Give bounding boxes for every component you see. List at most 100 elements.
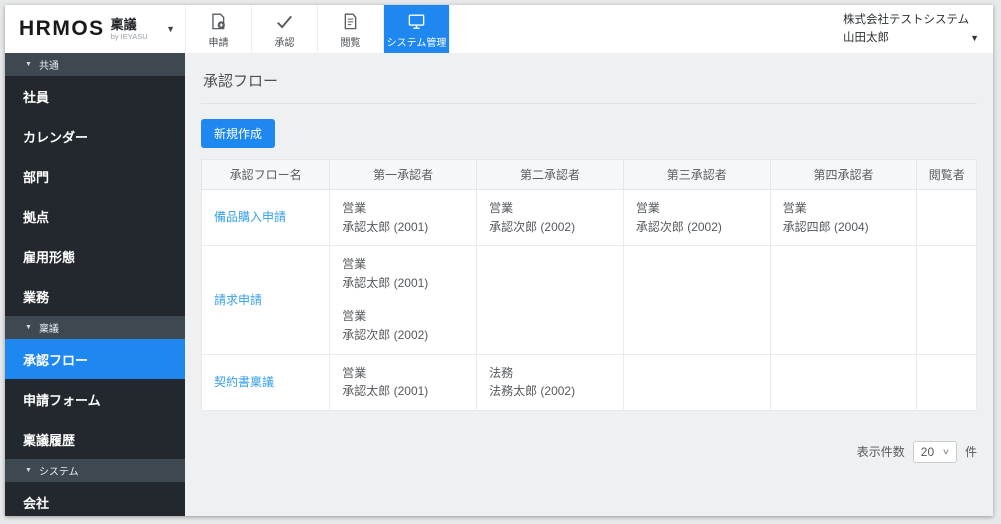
hrmos-app-window: HRMOS 稟議 by IEYASU ▼ 申請 承認 閲覧 システム管理 株式会社テス…: [5, 5, 993, 516]
brand-logo: HRMOS: [19, 17, 105, 40]
main-nav: 申請 承認 閲覧 システム管理: [185, 5, 450, 53]
sidebar-item[interactable]: 社員: [5, 76, 185, 116]
sidebar-item[interactable]: 稟議履歴: [5, 419, 185, 459]
company-name: 株式会社テストシステム: [843, 14, 970, 26]
sidebar-item[interactable]: 申請フォーム: [5, 379, 185, 419]
sidebar-section-header-3[interactable]: ▼ システム: [5, 459, 185, 482]
main-content: 承認フロー 新規作成 承認フロー名 第一承認者 第二承認者 第三承認者 第四承認者 閲覧者…: [185, 53, 993, 516]
sidebar: ▼ 共通 社員 カレンダー 部門 拠点 雇用形態 業務 ▼ 稟議 承認フロー 申請フォーム 稟議履歴 ▼ シ…: [5, 53, 185, 516]
nav-item-3[interactable]: 閲覧: [318, 5, 384, 53]
column-header: 承認フロー名: [200, 159, 331, 190]
sidebar-item[interactable]: 拠点: [5, 196, 185, 236]
nav-item-label: 申請: [208, 37, 229, 49]
column-header: 第二承認者: [476, 159, 624, 190]
pagination: 表示件数 20 ∨ 件: [201, 440, 977, 463]
triangle-down-icon: ▼: [25, 467, 32, 474]
page-size-label: 表示件数: [856, 445, 905, 460]
user-name: 山田太郎: [843, 31, 889, 44]
approver-entry: 営業承認四郎 (2004): [783, 199, 905, 236]
sidebar-item[interactable]: 会社: [5, 482, 185, 516]
sidebar-section-header-1[interactable]: ▼ 共通: [5, 53, 185, 76]
flow-name-link[interactable]: 契約書稟議: [214, 375, 274, 389]
approver-cell: 営業承認太郎 (2001): [329, 353, 478, 411]
page-size-value: 20: [920, 444, 935, 459]
approver-person: 承認四郎 (2004): [782, 219, 869, 234]
approver-entry: 法務法務太郎 (2002): [489, 364, 611, 401]
sidebar-item[interactable]: カレンダー: [5, 116, 185, 156]
page-size-suffix: 件: [964, 445, 977, 460]
table-row: 契約書稟議 営業承認太郎 (2001) 法務法務太郎 (2002): [200, 353, 977, 411]
approver-entry: 営業 承認太郎 (2001): [342, 255, 464, 292]
approver-person: 承認太郎 (2001): [342, 384, 429, 399]
column-header: 第三承認者: [622, 159, 771, 190]
page-size-select[interactable]: 20 ∨: [912, 440, 957, 463]
approver-cell: [916, 188, 977, 247]
approver-cell: [916, 245, 977, 355]
user-menu-caret-icon[interactable]: ▼: [970, 32, 979, 46]
approver-cell: [622, 245, 771, 355]
approver-department: 営業: [342, 365, 367, 380]
approver-cell: 営業承認次郎 (2002): [476, 188, 624, 247]
approver-person: 法務太郎 (2002): [489, 384, 576, 399]
nav-item-4[interactable]: システム管理: [384, 5, 450, 53]
approver-department: 営業: [635, 201, 660, 215]
table-row: 備品購入申請 営業 承認太郎 (2001) 営業 承認次郎 (2002) 営業 承認次郎 (…: [200, 188, 977, 247]
approver-department: 営業: [342, 201, 367, 215]
nav-item-label: 承認: [274, 37, 295, 49]
sidebar-item[interactable]: 部門: [5, 156, 185, 196]
table-row: 請求申請 営業 承認太郎 (2001) 営業 承認次郎 (2002): [200, 245, 977, 355]
sidebar-section-header-2[interactable]: ▼ 稟議: [5, 316, 185, 339]
app-switcher-caret-icon[interactable]: ▼: [166, 24, 175, 34]
sidebar-item[interactable]: 承認フロー: [5, 339, 185, 379]
approver-cell: 営業 承認太郎 (2001) 営業 承認次郎 (2002): [329, 245, 478, 355]
sidebar-item[interactable]: 業務: [5, 276, 185, 316]
nav-item-1[interactable]: 申請: [186, 5, 252, 53]
topbar: HRMOS 稟議 by IEYASU ▼ 申請 承認 閲覧 システム管理 株式会社テス…: [5, 5, 993, 53]
sidebar-item[interactable]: 雇用形態: [5, 236, 185, 276]
doc-icon: [341, 12, 360, 31]
sidebar-section-label: システム: [38, 467, 79, 478]
approver-cell: 営業承認次郎 (2002): [622, 188, 771, 247]
approver-department: 営業: [489, 201, 514, 215]
approver-entry: 営業承認次郎 (2002): [636, 199, 758, 236]
approver-person: 承認次郎 (2002): [635, 219, 722, 234]
byline: by IEYASU: [110, 31, 148, 41]
table-header-row: 承認フロー名 第一承認者 第二承認者 第三承認者 第四承認者 閲覧者: [200, 159, 977, 190]
triangle-down-icon: ▼: [25, 324, 32, 331]
monitor-icon: [407, 12, 426, 31]
nav-item-label: システム管理: [386, 37, 447, 49]
user-menu[interactable]: 株式会社テストシステム 山田太郎 ▼: [833, 5, 993, 53]
approver-person: 承認太郎 (2001): [342, 219, 429, 234]
page-title: 承認フロー: [201, 68, 977, 104]
doc-plus-icon: [209, 12, 228, 31]
check-icon: [275, 12, 294, 31]
column-header: 第一承認者: [329, 159, 478, 190]
column-header: 第四承認者: [769, 159, 918, 190]
column-header: 閲覧者: [916, 159, 977, 190]
nav-item-2[interactable]: 承認: [252, 5, 318, 53]
sidebar-section-label: 共通: [38, 61, 59, 72]
approver-cell: [769, 353, 918, 411]
approver-department: 営業: [782, 201, 807, 215]
flow-name-link[interactable]: 備品購入申請: [214, 210, 286, 224]
approver-entry: 営業承認太郎 (2001): [342, 364, 464, 401]
chevron-down-icon: ∨: [941, 447, 951, 457]
approver-cell: 営業承認四郎 (2004): [769, 188, 918, 247]
approver-person: 承認次郎 (2002): [489, 219, 576, 234]
approver-department: 法務: [489, 365, 514, 380]
approver-cell: [476, 245, 624, 355]
approver-entry: 営業 承認次郎 (2002): [342, 307, 464, 344]
flow-name-cell: 請求申請: [200, 245, 331, 355]
approver-cell: 営業承認太郎 (2001): [329, 188, 478, 247]
create-new-button[interactable]: 新規作成: [201, 119, 276, 148]
screenshot-frame: HRMOS 稟議 by IEYASU ▼ 申請 承認 閲覧 システム管理 株式会社テス…: [0, 0, 1001, 524]
approver-department: 営業: [342, 309, 367, 324]
sidebar-section-label: 稟議: [38, 324, 59, 335]
flow-name-cell: 契約書稟議: [200, 353, 331, 411]
flow-name-link[interactable]: 請求申請: [214, 293, 262, 307]
approver-cell: [916, 353, 977, 411]
product-name: 稟議: [110, 16, 137, 32]
approver-cell: [622, 353, 771, 411]
approval-flow-table: 承認フロー名 第一承認者 第二承認者 第三承認者 第四承認者 閲覧者 備品購入申請 営業 承認…: [200, 159, 977, 411]
approver-cell: 法務法務太郎 (2002): [476, 353, 624, 411]
